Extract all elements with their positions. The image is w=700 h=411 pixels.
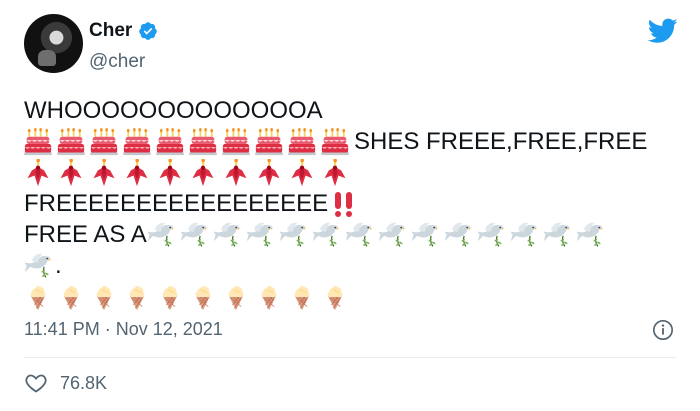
firecracker-flower-icon — [24, 158, 52, 187]
dove-icon — [477, 221, 505, 249]
birthday-cake-icon — [222, 127, 250, 156]
birthday-cake-icon — [321, 127, 349, 156]
tweet-line-4: FREEEEEEEEEEEEEEEEE — [24, 188, 674, 219]
display-name[interactable]: Cher — [89, 20, 132, 42]
ice-cream-icon — [57, 283, 85, 311]
avatar[interactable] — [24, 14, 83, 73]
dove-icon — [378, 221, 406, 249]
birthday-cake-icon — [255, 127, 283, 156]
dove-icon — [246, 221, 274, 249]
dove-icon — [312, 221, 340, 249]
ice-cream-icon — [189, 283, 217, 311]
double-exclamation-icon — [335, 191, 353, 217]
tweet-card: Cher @cher WHOOOOOOOOOOOOOA SHES FREEE,F… — [0, 0, 700, 411]
dove-icon — [279, 221, 307, 249]
birthday-cake-icon — [57, 127, 85, 156]
tweet-line-7 — [24, 281, 674, 312]
dove-icon — [24, 252, 52, 280]
firecracker-flower-icon — [123, 158, 151, 187]
dove-icon — [510, 221, 538, 249]
dove-icon — [147, 221, 175, 249]
firecracker-flower-icon — [57, 158, 85, 187]
birthday-cake-icon — [123, 127, 151, 156]
tweet-line-6: . — [24, 250, 674, 281]
ice-cream-icon — [222, 283, 250, 311]
info-icon[interactable] — [652, 319, 674, 341]
tweet-line-3 — [24, 157, 674, 188]
tweet-line-6-text: . — [55, 252, 62, 279]
tweet-line-2-text: SHES FREEE,FREE,FREE — [354, 128, 648, 155]
heart-icon[interactable] — [24, 371, 48, 395]
tweet-line-1-text: WHOOOOOOOOOOOOOA — [24, 97, 323, 124]
ice-cream-icon — [123, 283, 151, 311]
tweet-line-1: WHOOOOOOOOOOOOOA — [24, 95, 674, 126]
birthday-cake-icon — [288, 127, 316, 156]
like-count[interactable]: 76.8K — [60, 373, 107, 394]
ice-cream-icon — [24, 283, 52, 311]
tweet-line-5-text: FREE AS A — [24, 221, 147, 248]
firecracker-flower-icon — [156, 158, 184, 187]
firecracker-flower-icon — [222, 158, 250, 187]
tweet-line-5: FREE AS A — [24, 219, 674, 250]
divider — [24, 357, 676, 358]
dove-icon — [576, 221, 604, 249]
verified-badge-icon — [139, 22, 158, 40]
like-action[interactable]: 76.8K — [24, 371, 107, 395]
cake-emoji-row — [24, 127, 354, 156]
firecracker-flower-icon — [255, 158, 283, 187]
flower-emoji-row — [24, 158, 354, 187]
ice-cream-icon — [321, 283, 349, 311]
author-name-row[interactable]: Cher — [89, 20, 158, 42]
tweet-text: WHOOOOOOOOOOOOOA SHES FREEE,FREE,FREE FR… — [24, 95, 674, 312]
dove-icon — [345, 221, 373, 249]
birthday-cake-icon — [156, 127, 184, 156]
dove-emoji-row-2 — [24, 252, 57, 280]
dove-icon — [543, 221, 571, 249]
ice-cream-icon — [255, 283, 283, 311]
author-handle[interactable]: @cher — [89, 51, 145, 73]
dove-icon — [180, 221, 208, 249]
tweet-line-4-text: FREEEEEEEEEEEEEEEEE — [24, 190, 329, 217]
ice-cream-icon — [156, 283, 184, 311]
tweet-timestamp[interactable]: 11:41 PM · Nov 12, 2021 — [24, 319, 223, 340]
dove-icon — [213, 221, 241, 249]
firecracker-flower-icon — [288, 158, 316, 187]
birthday-cake-icon — [24, 127, 52, 156]
twitter-bird-icon[interactable] — [648, 18, 678, 44]
firecracker-flower-icon — [321, 158, 349, 187]
dove-icon — [411, 221, 439, 249]
ice-cream-icon — [90, 283, 118, 311]
tweet-line-2: SHES FREEE,FREE,FREE — [24, 126, 674, 157]
dove-icon — [444, 221, 472, 249]
birthday-cake-icon — [189, 127, 217, 156]
firecracker-flower-icon — [90, 158, 118, 187]
dove-emoji-row — [147, 221, 609, 249]
firecracker-flower-icon — [189, 158, 217, 187]
ice-cream-icon — [288, 283, 316, 311]
birthday-cake-icon — [90, 127, 118, 156]
icecream-emoji-row — [24, 283, 354, 311]
